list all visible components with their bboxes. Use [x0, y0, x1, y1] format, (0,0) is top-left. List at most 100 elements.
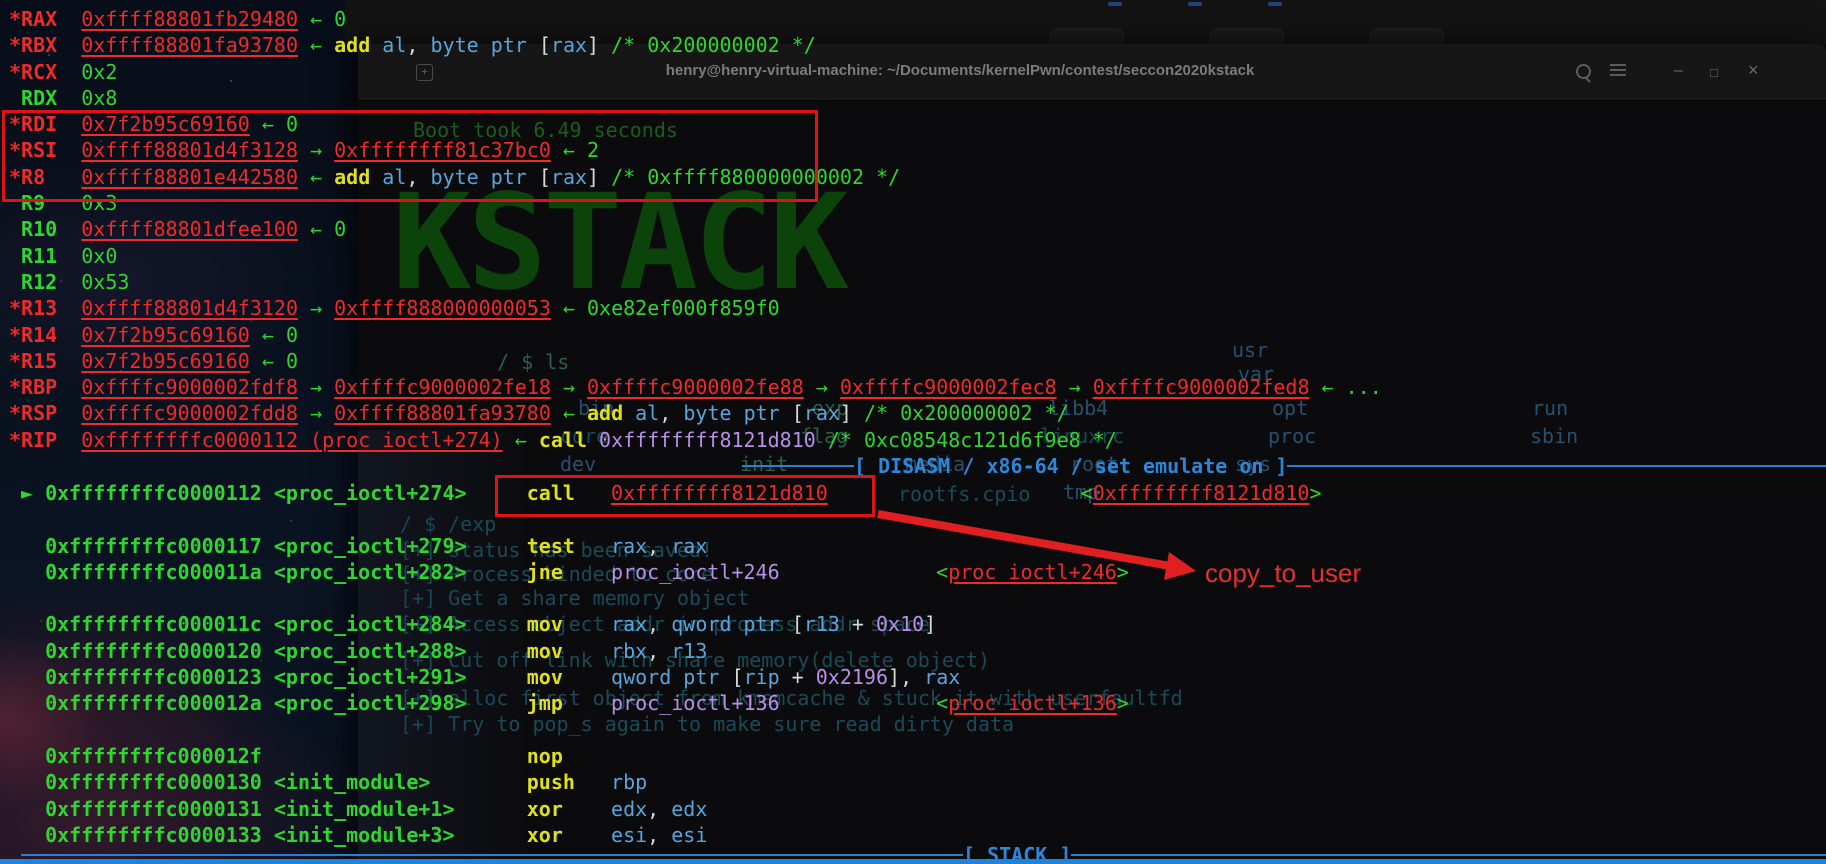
code-segment: ← — [502, 427, 539, 452]
register-line: *RSP 0xffffc9000002fdd8 → 0xffff88801fa9… — [9, 400, 1382, 426]
address-link: 0xffff88801d4f3120 — [81, 296, 298, 321]
code-segment: jne — [526, 559, 563, 584]
code-segment: + — [839, 612, 876, 637]
code-segment: nop — [526, 743, 563, 768]
address-link: 0xffffffffc0000112 (proc_ioctl+274) — [81, 427, 503, 452]
code-segment: → — [298, 375, 335, 400]
address-link: 0xffffc9000002fe88 — [587, 375, 804, 400]
header-rule — [1287, 465, 1826, 467]
disasm-line: 0xffffffffc0000117 <proc_ioctl+279> test… — [21, 533, 1322, 559]
code-segment: , — [647, 612, 672, 637]
code-segment: *RCX — [9, 59, 82, 84]
address-link: proc_ioctl+136 — [948, 691, 1117, 716]
code-segment: , — [900, 665, 925, 690]
code-segment: → — [550, 375, 587, 400]
code-segment: ] — [839, 401, 852, 426]
stack-divider-bar — [0, 859, 1826, 864]
register-line: R12 0x53 — [9, 269, 1382, 295]
code-segment: > — [1116, 559, 1129, 584]
code-segment: < — [936, 559, 949, 584]
register-line: *R14 0x7f2b95c69160 ← 0 — [9, 322, 1382, 348]
register-line: *RCX 0x2 — [9, 59, 1382, 85]
code-segment: → — [298, 401, 335, 426]
code-segment: r13 — [803, 612, 840, 637]
code-segment: → — [298, 296, 335, 321]
address-link: 0xffffc9000002fdf8 — [81, 375, 298, 400]
header-rule — [742, 465, 854, 467]
code-segment: , — [647, 638, 672, 663]
register-line: R10 0xffff88801dfee100 ← 0 — [9, 216, 1382, 242]
code-segment: rax — [611, 533, 648, 558]
disasm-line: 0xffffffffc000011c <proc_ioctl+284> mov … — [21, 611, 1322, 637]
code-segment: rax — [924, 665, 961, 690]
code-segment: qword ptr — [611, 665, 732, 690]
code-segment: *RIP — [9, 427, 82, 452]
code-segment: ← 0xe82ef000f859f0 — [550, 296, 780, 321]
code-segment: al — [635, 401, 660, 426]
code-segment: byte ptr — [430, 33, 539, 58]
address-link: 0xffffc9000002fed8 — [1092, 375, 1310, 400]
address-link: 0xffffc9000002fe18 — [334, 375, 551, 400]
code-segment: , — [406, 33, 431, 58]
code-segment: *R13 — [9, 296, 82, 321]
address-link: 0xffff88801fa93780 — [81, 33, 298, 58]
code-segment: add — [587, 401, 636, 426]
header-rule — [21, 854, 963, 856]
code-segment: 0xffffffffc0000112 <proc_ioctl+274> — [45, 481, 467, 505]
code-segment: *R14 — [9, 322, 82, 347]
disasm-line: 0xffffffffc0000123 <proc_ioctl+291> mov … — [21, 664, 1322, 690]
code-segment: 0xffffffffc0000120 <proc_ioctl+288> — [45, 638, 467, 663]
code-segment: , — [647, 533, 672, 558]
code-segment: push — [526, 770, 575, 795]
code-segment: , — [647, 796, 672, 821]
code-segment: R10 — [9, 217, 82, 242]
register-highlight-box — [2, 110, 818, 202]
disasm-line: 0xffffffffc0000120 <proc_ioctl+288> mov … — [21, 638, 1322, 664]
code-segment: rbp — [611, 770, 648, 795]
address-link: 0xffffffff8121d810 — [1092, 481, 1310, 505]
code-segment: [ — [538, 33, 551, 58]
code-segment: jmp — [526, 691, 563, 716]
code-segment: 0x2196 — [815, 665, 889, 690]
code-segment: 0xffffffffc0000123 <proc_ioctl+291> — [45, 665, 467, 690]
address-link: 0x7f2b95c69160 — [81, 348, 250, 373]
code-segment: rip — [743, 665, 780, 690]
code-segment: rax — [611, 612, 648, 637]
disasm-header-label: [ DISASM / x86-64 / set emulate on ] — [854, 454, 1288, 478]
disasm-panel: ► 0xffffffffc0000112 <proc_ioctl+274> ca… — [21, 480, 1322, 848]
code-segment: ← 0 — [298, 7, 347, 31]
address-link: 0xffff88801dfee100 — [81, 217, 298, 242]
code-segment: 0x0 — [81, 243, 118, 268]
code-segment: R11 — [9, 243, 82, 268]
address-link: 0xffff88801fa93780 — [334, 401, 551, 426]
code-segment: rax — [550, 33, 588, 58]
register-line: *R15 0x7f2b95c69160 ← 0 — [9, 348, 1382, 374]
screen: + henry@henry-virtual-machine: ~/Documen… — [0, 0, 1826, 864]
code-segment: ← 0 — [249, 348, 298, 373]
code-segment: → — [1056, 375, 1093, 400]
code-segment: ← 0 — [298, 217, 347, 242]
code-segment: > — [1309, 481, 1322, 505]
address-link: 0xffff888000000053 — [334, 296, 551, 321]
code-segment: /* 0xc08548c121d6f9e8 */ — [815, 427, 1117, 452]
